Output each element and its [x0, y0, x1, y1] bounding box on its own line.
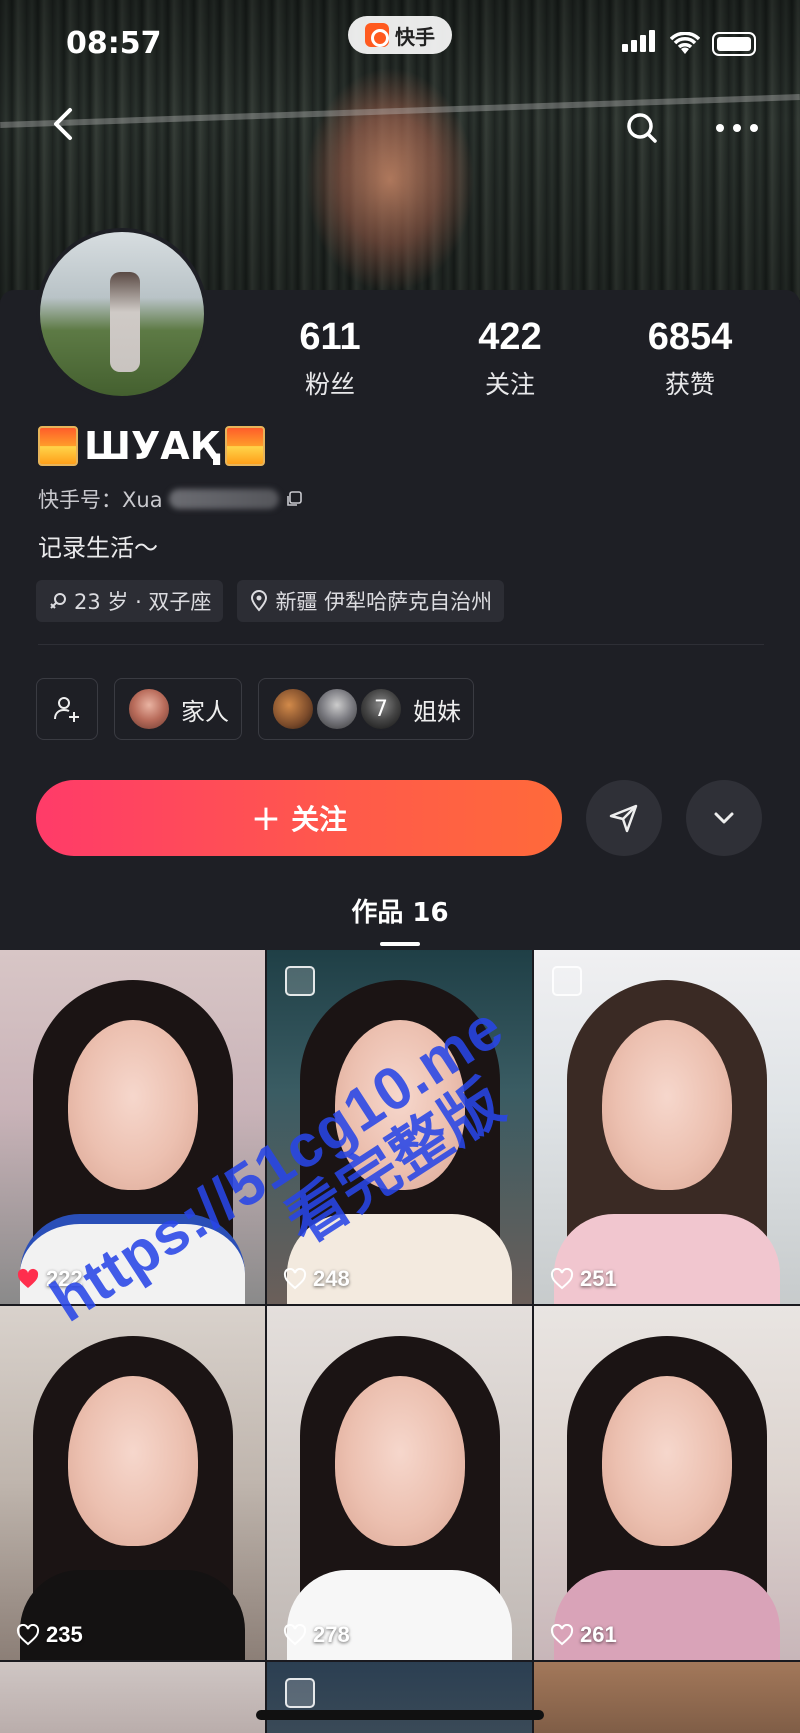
wifi-icon — [670, 32, 700, 54]
avatar[interactable] — [36, 228, 208, 400]
avatar — [315, 687, 359, 731]
heart-icon — [16, 1624, 40, 1646]
work-thumbnail[interactable]: 261 — [534, 1306, 800, 1660]
relation-label: 姐妹 — [413, 697, 461, 726]
relationship-row: 家人 7 姐妹 — [36, 678, 474, 740]
like-count: 248 — [283, 1266, 350, 1292]
like-count: 235 — [16, 1622, 83, 1648]
app-pill: 快手 — [348, 16, 452, 54]
tab-indicator — [380, 942, 420, 946]
like-count-text: 248 — [313, 1266, 350, 1291]
status-time: 08:57 — [66, 26, 162, 61]
profile-stats: 611 粉丝 422 关注 6854 获赞 — [240, 316, 780, 401]
kuaishou-id: 快手号：Xua — [38, 484, 303, 514]
profile-name: ШУАҚ — [84, 424, 220, 468]
stat-label: 获赞 — [664, 370, 715, 399]
sunrise-emoji-icon — [225, 426, 266, 466]
like-count-text: 222 — [46, 1266, 83, 1291]
add-friend-icon — [54, 697, 79, 722]
battery-icon — [712, 32, 756, 56]
work-thumbnail[interactable]: 248 — [267, 950, 532, 1304]
heart-icon — [283, 1268, 307, 1290]
home-indicator — [256, 1710, 544, 1720]
image-post-icon — [552, 966, 582, 996]
more-count: 7 — [359, 687, 403, 731]
back-icon[interactable] — [44, 104, 84, 144]
more-options-button[interactable] — [686, 780, 762, 856]
stat-value: 611 — [299, 316, 361, 358]
like-count-text: 251 — [580, 1266, 617, 1291]
relation-sisters[interactable]: 7 姐妹 — [258, 678, 474, 740]
status-icons — [622, 30, 756, 56]
kuaishou-logo-icon — [365, 23, 389, 47]
stat-likes[interactable]: 6854 获赞 — [600, 316, 780, 401]
signal-icon — [622, 30, 658, 56]
image-post-icon — [285, 966, 315, 996]
relation-label: 家人 — [181, 697, 229, 726]
work-thumbnail[interactable]: 251 — [534, 950, 800, 1304]
more-icon[interactable] — [712, 110, 762, 146]
stat-label: 粉丝 — [304, 370, 355, 399]
work-thumbnail[interactable] — [534, 1662, 800, 1733]
stat-value: 6854 — [647, 316, 733, 358]
kuaishou-id-redacted — [168, 489, 279, 509]
like-count-text: 235 — [46, 1622, 83, 1647]
search-icon[interactable] — [622, 108, 662, 148]
plus-icon: + — [250, 797, 282, 839]
location-tag-text: 新疆 伊犁哈萨克自治州 — [275, 590, 493, 614]
divider — [38, 644, 764, 645]
kuaishou-id-label: 快手号：Xua — [38, 488, 163, 512]
profile-name-row: ШУАҚ — [38, 424, 266, 468]
work-thumbnail[interactable]: 235 — [0, 1306, 265, 1660]
heart-icon — [550, 1268, 574, 1290]
chevron-down-icon — [714, 812, 734, 824]
age-tag: 23 岁 · 双子座 — [36, 580, 224, 622]
work-thumbnail[interactable]: 278 — [267, 1306, 532, 1660]
age-tag-text: 23 岁 · 双子座 — [74, 590, 212, 614]
like-count: 261 — [550, 1622, 617, 1648]
profile-bio: 记录生活～ — [38, 534, 158, 562]
add-relation-button[interactable] — [36, 678, 98, 740]
like-count-text: 261 — [580, 1622, 617, 1647]
gender-icon — [50, 593, 66, 609]
heart-icon — [550, 1624, 574, 1646]
like-count: 222 — [16, 1266, 83, 1292]
stat-followers[interactable]: 611 粉丝 — [240, 316, 420, 401]
stat-value: 422 — [478, 316, 542, 358]
heart-filled-icon — [17, 1268, 39, 1288]
like-count: 278 — [283, 1622, 350, 1648]
app-pill-label: 快手 — [395, 24, 435, 49]
follow-button[interactable]: + 关注 — [36, 780, 562, 856]
like-count-text: 278 — [313, 1622, 350, 1647]
heart-icon — [283, 1624, 307, 1646]
relation-family[interactable]: 家人 — [114, 678, 242, 740]
work-thumbnail[interactable] — [267, 1662, 532, 1733]
location-pin-icon — [251, 590, 268, 612]
work-thumbnail[interactable]: 222 — [0, 950, 265, 1304]
share-button[interactable] — [586, 780, 662, 856]
copy-icon[interactable] — [285, 490, 303, 508]
sunrise-emoji-icon — [38, 426, 78, 466]
stat-label: 关注 — [484, 370, 535, 399]
follow-label: 关注 — [291, 803, 348, 836]
stat-following[interactable]: 422 关注 — [420, 316, 600, 401]
tab-works[interactable]: 作品 16 — [0, 892, 800, 929]
avatar — [271, 687, 315, 731]
avatar — [127, 687, 171, 731]
works-grid: 222 248 251 235 278 261 — [0, 950, 800, 1733]
profile-tags: 23 岁 · 双子座 新疆 伊犁哈萨克自治州 — [36, 580, 505, 622]
work-thumbnail[interactable] — [0, 1662, 265, 1733]
like-count: 251 — [550, 1266, 617, 1292]
image-post-icon — [285, 1678, 315, 1708]
send-icon — [609, 804, 638, 833]
location-tag[interactable]: 新疆 伊犁哈萨克自治州 — [237, 580, 505, 622]
